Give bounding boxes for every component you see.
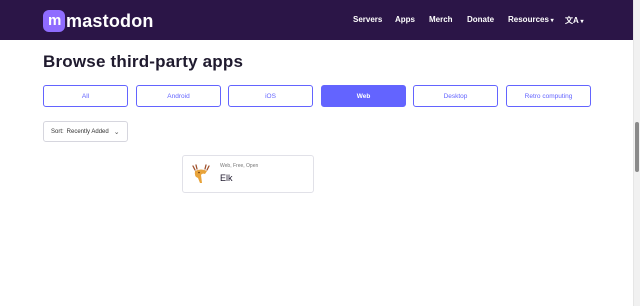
app-meta: Web, Free, Open — [220, 163, 259, 169]
sort-value: Recently Added — [66, 128, 109, 135]
sort-label: Sort: — [51, 128, 64, 135]
filter-android[interactable]: Android — [136, 85, 221, 107]
mastodon-icon: m — [43, 10, 65, 32]
filter-retro-computing[interactable]: Retro computing — [506, 85, 591, 107]
scrollbar-thumb[interactable] — [635, 122, 639, 172]
filter-all[interactable]: All — [43, 85, 128, 107]
nav-merch[interactable]: Merch — [429, 15, 453, 24]
nav-resources-label: Resources — [508, 15, 549, 24]
filter-web[interactable]: Web — [321, 85, 406, 107]
chevron-down-icon: ▾ — [578, 19, 584, 25]
chevron-down-icon: ⌄ — [113, 128, 120, 136]
page-title: Browse third-party apps — [43, 52, 244, 71]
logo-text: mastodon — [66, 10, 154, 31]
nav-donate[interactable]: Donate — [467, 15, 494, 24]
top-navbar: m mastodon Servers Apps Merch Donate Res… — [0, 0, 633, 40]
sort-select[interactable]: Sort: Recently Added ⌄ — [43, 121, 128, 142]
page-scrollbar[interactable] — [633, 0, 640, 306]
app-card[interactable]: Web, Free, Open Elk — [182, 155, 314, 193]
filter-desktop[interactable]: Desktop — [413, 85, 498, 107]
language-selector[interactable]: 文A ▾ — [565, 15, 583, 26]
chevron-down-icon: ▾ — [548, 18, 554, 24]
language-label: 文A — [565, 16, 579, 25]
filter-ios[interactable]: iOS — [228, 85, 313, 107]
nav-apps[interactable]: Apps — [395, 15, 415, 24]
nav-servers[interactable]: Servers — [353, 15, 382, 24]
nav-resources[interactable]: Resources ▾ — [508, 15, 554, 24]
elk-icon — [192, 164, 210, 183]
app-name: Elk — [220, 173, 233, 183]
mastodon-logo[interactable]: m mastodon — [43, 10, 154, 32]
